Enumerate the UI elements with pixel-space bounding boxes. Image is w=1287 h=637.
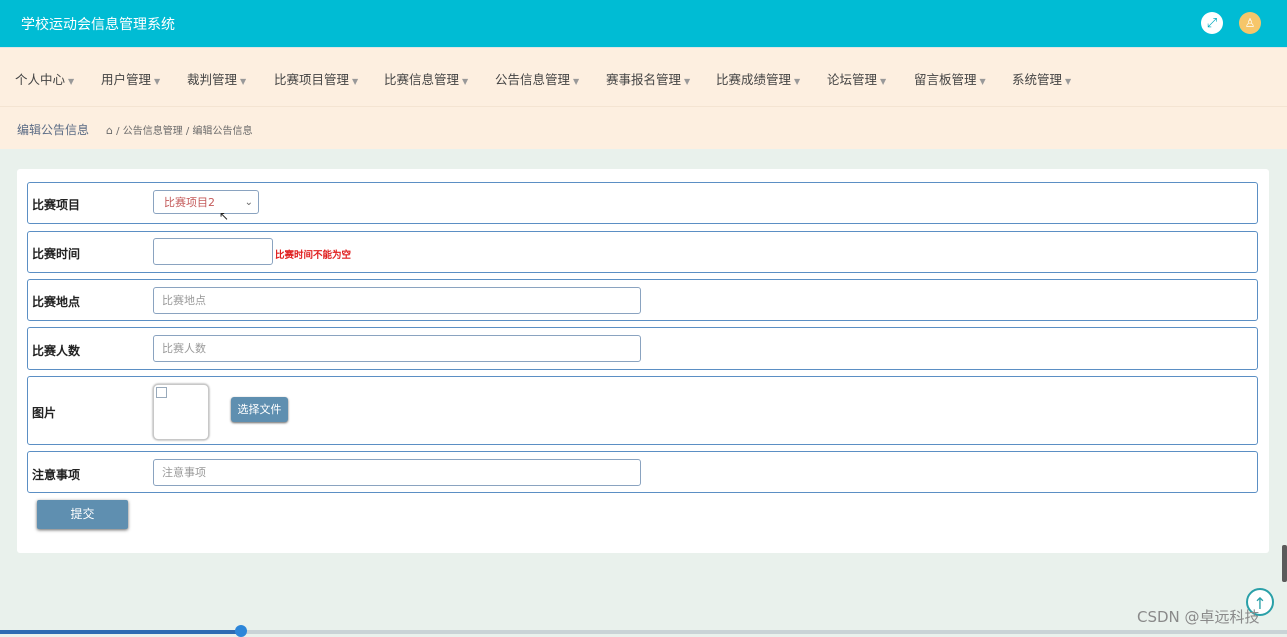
- nav-event-info-management[interactable]: 比赛信息管理 ▼: [384, 69, 468, 88]
- submit-button[interactable]: 提交: [37, 500, 128, 529]
- notes-label: 注意事项: [32, 468, 81, 482]
- count-input[interactable]: 比赛人数: [153, 335, 641, 362]
- chevron-down-icon: ⌄: [244, 197, 253, 208]
- home-icon[interactable]: ⌂: [106, 124, 113, 137]
- breadcrumb-bar: 编辑公告信息 ⌂ / 公告信息管理 / 编辑公告信息: [0, 106, 1287, 149]
- progress-handle[interactable]: [235, 625, 247, 637]
- caret-down-icon: ▼: [1065, 77, 1072, 86]
- image-label: 图片: [32, 406, 57, 420]
- form-row-project: 比赛项目 比赛项目2 ⌄: [27, 182, 1258, 224]
- scrollbar[interactable]: [1282, 545, 1287, 582]
- location-input[interactable]: 比赛地点: [153, 287, 641, 314]
- watermark: CSDN @卓远科技: [1137, 608, 1260, 626]
- time-input[interactable]: [153, 238, 273, 265]
- caret-down-icon: ▼: [979, 77, 986, 86]
- form-row-image: 图片 选择文件: [27, 376, 1258, 445]
- caret-down-icon: ▼: [462, 77, 469, 86]
- nav-registration-management[interactable]: 赛事报名管理 ▼: [606, 69, 690, 88]
- time-label: 比赛时间: [32, 247, 81, 261]
- notes-input[interactable]: 注意事项: [153, 459, 641, 486]
- expand-icon[interactable]: ⤢: [1201, 12, 1223, 34]
- choose-file-button[interactable]: 选择文件: [231, 397, 288, 422]
- form-row-notes: 注意事项 注意事项: [27, 451, 1258, 493]
- image-preview[interactable]: [153, 384, 209, 440]
- top-header: 学校运动会信息管理系统 ⤢ ♙: [0, 0, 1287, 47]
- caret-down-icon: ▼: [240, 77, 247, 86]
- app-title: 学校运动会信息管理系统: [21, 17, 175, 33]
- project-select[interactable]: 比赛项目2 ⌄: [153, 190, 259, 214]
- progress-bar: [0, 630, 240, 634]
- nav-system-management[interactable]: 系统管理 ▼: [1012, 69, 1071, 88]
- nav-personal-center[interactable]: 个人中心 ▼: [15, 69, 74, 88]
- nav-announcement-management[interactable]: 公告信息管理 ▼: [495, 69, 579, 88]
- nav-score-management[interactable]: 比赛成绩管理 ▼: [716, 69, 800, 88]
- breadcrumb: ⌂ / 公告信息管理 / 编辑公告信息: [106, 122, 252, 137]
- breadcrumb-item: 编辑公告信息: [192, 126, 253, 137]
- broken-image-icon: [156, 387, 167, 398]
- form-row-location: 比赛地点 比赛地点: [27, 279, 1258, 321]
- caret-down-icon: ▼: [68, 77, 75, 86]
- main-nav: 个人中心 ▼ 用户管理 ▼ 裁判管理 ▼ 比赛项目管理 ▼ 比赛信息管理 ▼ 公告信息管理…: [0, 47, 1287, 107]
- page-title: 编辑公告信息: [17, 123, 90, 137]
- caret-down-icon: ▼: [684, 77, 691, 86]
- count-label: 比赛人数: [32, 344, 81, 358]
- nav-user-management[interactable]: 用户管理 ▼: [101, 69, 160, 88]
- project-select-value: 比赛项目2: [164, 196, 215, 209]
- mouse-cursor-icon: ↖: [219, 209, 230, 223]
- caret-down-icon: ▼: [154, 77, 161, 86]
- project-label: 比赛项目: [32, 198, 81, 212]
- nav-message-board-management[interactable]: 留言板管理 ▼: [914, 69, 986, 88]
- form-row-time: 比赛时间 比赛时间不能为空: [27, 231, 1258, 273]
- caret-down-icon: ▼: [794, 77, 801, 86]
- nav-event-project-management[interactable]: 比赛项目管理 ▼: [274, 69, 358, 88]
- time-error-message: 比赛时间不能为空: [275, 250, 352, 261]
- nav-forum-management[interactable]: 论坛管理 ▼: [827, 69, 886, 88]
- caret-down-icon: ▼: [573, 77, 580, 86]
- location-label: 比赛地点: [32, 295, 81, 309]
- form-row-count: 比赛人数 比赛人数: [27, 327, 1258, 370]
- caret-down-icon: ▼: [352, 77, 359, 86]
- caret-down-icon: ▼: [880, 77, 887, 86]
- user-icon[interactable]: ♙: [1239, 12, 1261, 34]
- nav-referee-management[interactable]: 裁判管理 ▼: [187, 69, 246, 88]
- breadcrumb-item[interactable]: 公告信息管理: [123, 126, 183, 137]
